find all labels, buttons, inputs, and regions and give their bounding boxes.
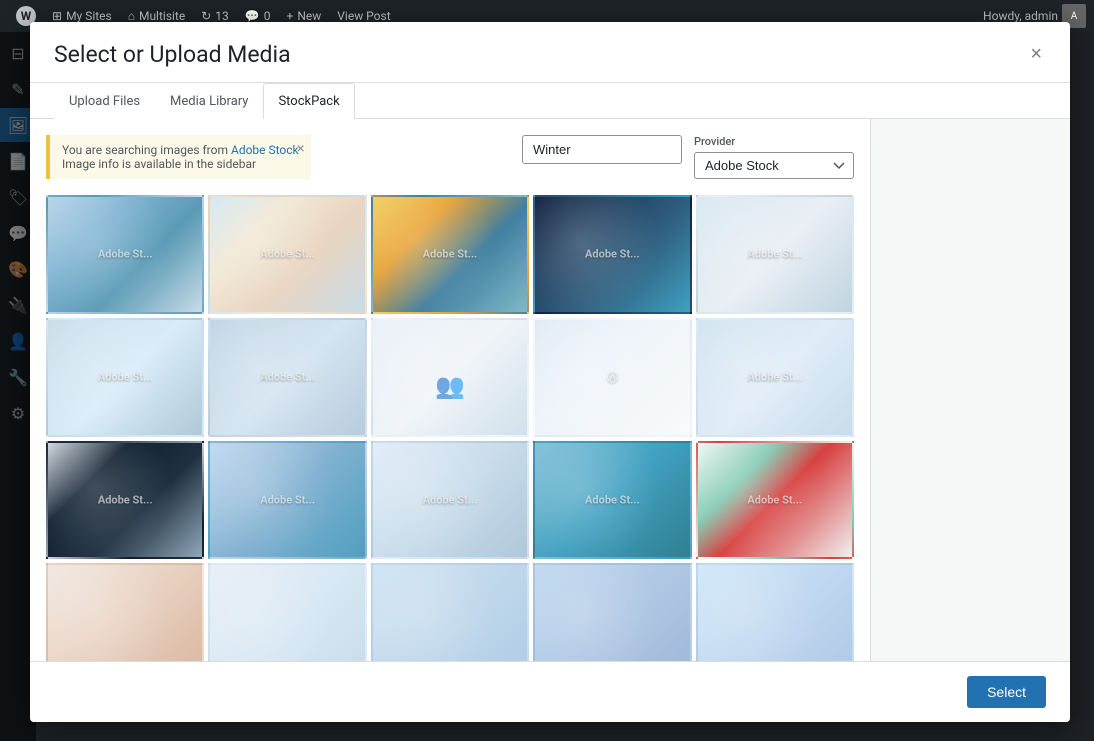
info-box: You are searching images from Adobe Stoc… (46, 135, 311, 179)
stock-image-15[interactable]: Adobe St... (696, 441, 854, 560)
modal-body: You are searching images from Adobe Stoc… (30, 119, 1070, 661)
modal-main-content: You are searching images from Adobe Stoc… (30, 119, 870, 661)
search-input[interactable] (522, 135, 682, 164)
watermark-3: Adobe St... (423, 248, 478, 261)
modal-close-button[interactable]: × (1026, 40, 1046, 68)
provider-group: Provider Adobe Stock Shutterstock Getty … (694, 135, 854, 179)
stock-image-14[interactable]: Adobe St... (533, 441, 691, 560)
home-icon: ⌂ (128, 9, 135, 23)
stock-image-2[interactable]: Adobe St... (208, 195, 366, 314)
stock-image-8[interactable]: 👥 (371, 318, 529, 437)
stock-image-18[interactable] (371, 563, 529, 661)
stock-image-16[interactable] (46, 563, 204, 661)
watermark-1: Adobe St... (98, 248, 153, 261)
modal-tabs: Upload Files Media Library StockPack (30, 83, 1070, 119)
view-post-label: View Post (337, 9, 390, 23)
select-button[interactable]: Select (967, 676, 1046, 708)
watermark-13: Adobe St... (423, 493, 478, 506)
stock-image-7[interactable]: Adobe St... (208, 318, 366, 437)
watermark-6: Adobe St... (98, 371, 153, 384)
stock-image-12[interactable]: Adobe St... (208, 441, 366, 560)
media-modal: Select or Upload Media × Upload Files Me… (30, 22, 1070, 722)
modal-title: Select or Upload Media (54, 41, 291, 68)
watermark-11: Adobe St... (98, 493, 153, 506)
comments-icon: 💬 (245, 9, 260, 23)
stock-image-1[interactable]: Adobe St... (46, 195, 204, 314)
watermark-4: Adobe St... (585, 248, 640, 261)
watermark-9: Ⓐ (607, 369, 618, 385)
image-grid-wrap[interactable]: Adobe St... Adobe St... Adobe St... Adob… (30, 195, 870, 661)
watermark-2: Adobe St... (260, 248, 315, 261)
search-bar: You are searching images from Adobe Stoc… (30, 135, 870, 195)
watermark-15: Adobe St... (747, 493, 802, 506)
modal-header: Select or Upload Media × (30, 22, 1070, 83)
provider-select[interactable]: Adobe Stock Shutterstock Getty Images (694, 152, 854, 179)
updates-count: 13 (215, 9, 229, 23)
plus-icon: + (287, 9, 294, 23)
stock-image-3[interactable]: Adobe St... (371, 195, 529, 314)
comments-count: 0 (264, 9, 271, 23)
stock-image-5[interactable]: Adobe St... (696, 195, 854, 314)
provider-label: Provider (694, 135, 854, 148)
people-silhouette: 👥 (435, 372, 465, 400)
stock-image-6[interactable]: Adobe St... (46, 318, 204, 437)
stock-image-17[interactable] (208, 563, 366, 661)
image-grid: Adobe St... Adobe St... Adobe St... Adob… (46, 195, 870, 661)
adobe-stock-link[interactable]: Adobe Stock (231, 143, 299, 157)
sites-icon: ⊞ (52, 9, 62, 23)
tab-upload-files[interactable]: Upload Files (54, 83, 155, 119)
tab-stockpack[interactable]: StockPack (263, 83, 354, 119)
watermark-14: Adobe St... (585, 494, 640, 507)
my-sites-label: My Sites (66, 9, 112, 23)
watermark-12: Adobe St... (260, 494, 315, 507)
info-box-close-button[interactable]: × (296, 141, 304, 155)
multisite-label: Multisite (139, 9, 185, 23)
new-label: New (297, 9, 321, 23)
watermark-7: Adobe St... (260, 371, 315, 384)
updates-icon: ↻ (201, 9, 211, 23)
stock-image-9[interactable]: Ⓐ (533, 318, 691, 437)
stock-image-10[interactable]: Adobe St... (696, 318, 854, 437)
watermark-5: Adobe St... (747, 248, 802, 261)
howdy-label: Howdy, admin (983, 9, 1058, 23)
tab-media-library[interactable]: Media Library (155, 83, 263, 119)
search-input-wrap (522, 135, 682, 164)
stock-image-20[interactable] (696, 563, 854, 661)
modal-footer: Select (30, 661, 1070, 722)
stock-image-11[interactable]: Adobe St... (46, 441, 204, 560)
stock-image-4[interactable]: Adobe St... (533, 195, 691, 314)
modal-sidebar-panel (870, 119, 1070, 661)
stock-image-13[interactable]: Adobe St... (371, 441, 529, 560)
watermark-10: Adobe St... (747, 371, 802, 384)
stock-image-19[interactable] (533, 563, 691, 661)
info-text-1: You are searching images from (62, 143, 231, 157)
info-text-2: Image info is available in the sidebar (62, 157, 256, 171)
